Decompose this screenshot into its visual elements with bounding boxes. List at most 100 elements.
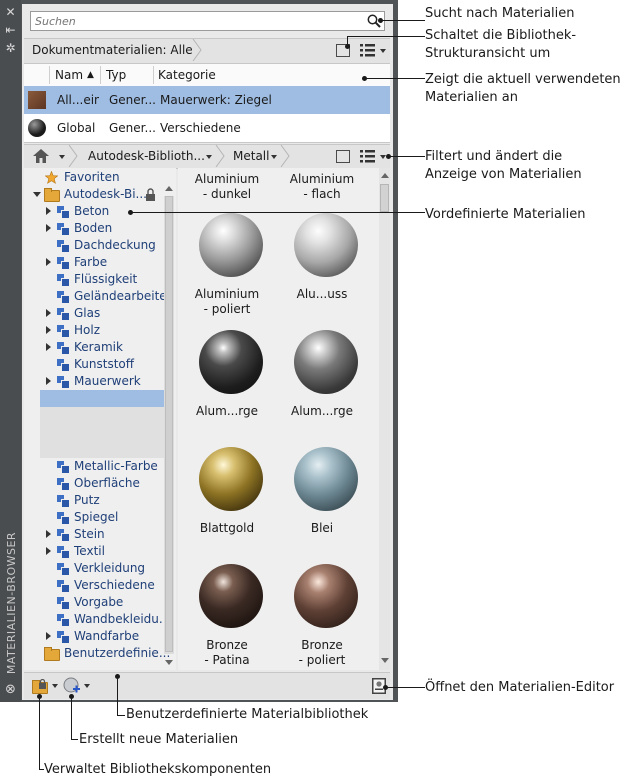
column-header-name[interactable]: Nam	[55, 64, 83, 86]
material-type: Gener...	[109, 121, 155, 135]
callout-toggle-tree: Schaltet die Bibliothek- Strukturansicht…	[425, 28, 577, 61]
material-preview-sphere	[294, 330, 358, 394]
material-label: Aluminium - poliert	[194, 287, 260, 316]
selection-highlight	[40, 390, 164, 407]
home-dropdown-icon[interactable]	[59, 155, 65, 159]
create-dropdown-icon[interactable]	[84, 684, 90, 688]
grid-scrollbar[interactable]	[379, 168, 390, 670]
expand-icon[interactable]	[46, 207, 51, 215]
material-tile[interactable]: Alu...uss	[273, 213, 368, 330]
material-category-icon	[57, 529, 70, 542]
breadcrumb-category[interactable]: Metall	[233, 145, 269, 167]
tree-label: Metallic-Farbe	[74, 459, 158, 473]
expand-icon[interactable]	[46, 224, 51, 232]
scroll-down-icon[interactable]	[381, 658, 389, 663]
material-swatch	[28, 91, 46, 109]
material-swatch	[28, 119, 46, 137]
material-category-icon	[57, 274, 70, 287]
material-label: Blei	[310, 521, 334, 535]
scroll-up-icon[interactable]	[165, 186, 173, 191]
settings-icon[interactable]: ⊗	[4, 683, 17, 696]
expand-icon[interactable]	[46, 343, 51, 351]
search-input[interactable]	[31, 12, 355, 30]
callout-filter: Filtert und ändert die Anzeige von Mater…	[425, 149, 582, 182]
expand-icon[interactable]	[46, 547, 51, 555]
callout-search: Sucht nach Materialien	[425, 6, 575, 21]
divider	[24, 142, 390, 143]
material-category-icon	[57, 325, 70, 338]
scrollbar-thumb[interactable]	[165, 196, 173, 652]
scrollbar-thumb[interactable]	[380, 184, 389, 212]
list-view-icon[interactable]	[360, 43, 376, 57]
tree-label: Dachdeckung	[74, 238, 156, 252]
expand-icon[interactable]	[46, 258, 51, 266]
expand-icon[interactable]	[46, 632, 51, 640]
autohide-icon[interactable]: ⇤	[4, 24, 17, 37]
lock-icon	[146, 188, 155, 201]
document-material-row[interactable]: All...ein Gener... Mauerwerk: Ziegel	[24, 86, 390, 114]
material-category-icon	[57, 257, 70, 270]
material-preview-sphere	[294, 213, 358, 277]
callout-document-materials: Zeigt die aktuell verwendeten Materialie…	[425, 72, 620, 105]
material-category-icon	[57, 546, 70, 559]
material-category-icon	[57, 461, 70, 474]
column-header-category[interactable]: Kategorie	[158, 64, 216, 86]
material-tile[interactable]: Aluminium - poliert	[178, 213, 273, 330]
properties-icon[interactable]: ✲	[4, 42, 17, 55]
scroll-down-icon[interactable]	[165, 660, 173, 665]
material-tile[interactable]: Blei	[273, 447, 368, 564]
material-tile[interactable]: Alum...rge	[273, 330, 368, 447]
document-material-row[interactable]: Global Gener... Verschiedene	[24, 114, 390, 142]
expand-icon[interactable]	[46, 326, 51, 334]
breadcrumb-library[interactable]: Autodesk-Biblioth...	[88, 145, 205, 167]
subcategory-background	[40, 424, 164, 441]
material-category-icon	[57, 223, 70, 236]
material-tile[interactable]: Bronze - Patina	[178, 564, 273, 681]
subcategory-background	[40, 407, 164, 424]
tree-scrollbar[interactable]	[164, 196, 174, 654]
tree-label: Mauerwerk	[74, 374, 141, 388]
callout-create-material: Erstellt neue Materialien	[79, 732, 239, 747]
material-category-icon	[57, 614, 70, 627]
material-tile[interactable]: Bronze - poliert	[273, 564, 368, 681]
material-tile[interactable]: Blattgold	[178, 447, 273, 564]
list-view-icon[interactable]	[360, 149, 376, 163]
category-dropdown-icon[interactable]	[271, 155, 277, 159]
search-field[interactable]	[30, 11, 385, 31]
tree-label: Geländearbeiten	[74, 289, 175, 303]
tree-label: Farbe	[74, 255, 108, 269]
expand-icon[interactable]	[46, 530, 51, 538]
scroll-up-icon[interactable]	[381, 173, 389, 178]
tree-label: Keramik	[74, 340, 123, 354]
callout-material-editor: Öffnet den Materialien-Editor	[425, 680, 615, 695]
close-icon[interactable]: ✕	[4, 6, 17, 19]
tree-label: Holz	[74, 323, 100, 337]
tree-label: Beton	[74, 204, 110, 218]
tree-label: Favoriten	[64, 170, 120, 184]
material-name: Global	[57, 121, 96, 135]
tree-label: Kunststoff	[74, 357, 135, 371]
material-category-icon	[57, 291, 70, 304]
tree-label: Vorgabe	[74, 595, 124, 609]
create-material-icon[interactable]	[63, 677, 81, 695]
expand-icon[interactable]	[46, 309, 51, 317]
lock-icon	[39, 679, 46, 689]
palette-titlebar[interactable]: ✕ ⇤ ✲ MATERIALIEN-BROWSER ⊗	[0, 0, 21, 702]
material-category-icon	[57, 342, 70, 355]
manage-dropdown-icon[interactable]	[52, 684, 58, 688]
view-options-dropdown-icon[interactable]	[380, 49, 386, 53]
collapse-icon[interactable]	[33, 192, 41, 197]
tree-label: Textil	[74, 544, 105, 558]
expand-icon[interactable]	[46, 377, 51, 385]
tree-label: Verkleidung	[74, 561, 146, 575]
library-dropdown-icon[interactable]	[206, 155, 212, 159]
document-materials-filter[interactable]: Dokumentmaterialien: Alle	[32, 39, 193, 61]
tree-label: Wandfarbe	[74, 629, 140, 643]
sort-ascending-icon: ▲	[87, 70, 94, 80]
toggle-library-tree-button[interactable]	[336, 150, 350, 163]
column-header-type[interactable]: Typ	[106, 64, 126, 86]
material-category-icon	[57, 206, 70, 219]
material-tile[interactable]: Alum...rge	[178, 330, 273, 447]
home-icon[interactable]	[33, 149, 49, 163]
material-preview-sphere	[294, 564, 358, 628]
